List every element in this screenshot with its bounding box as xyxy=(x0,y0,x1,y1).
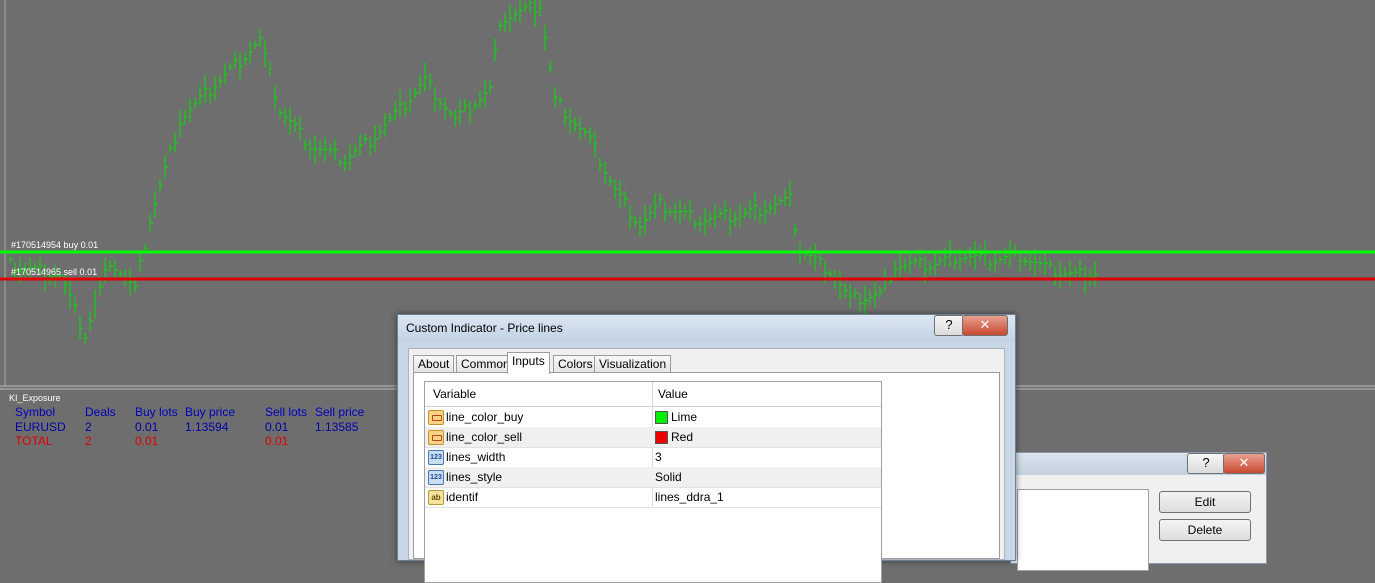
total-deals: 2 xyxy=(85,434,92,448)
close-button[interactable]: ✕ xyxy=(1223,453,1265,474)
number-icon: 123 xyxy=(428,470,444,485)
subwindow-label: KI_Exposure xyxy=(9,393,61,403)
header-buy-price: Buy price xyxy=(185,405,236,419)
help-button[interactable]: ? xyxy=(934,315,964,336)
tab-inputs[interactable]: Inputs xyxy=(507,352,550,374)
row-sell-price: 1.13585 xyxy=(315,420,359,434)
dialog-title: Custom Indicator - Price lines xyxy=(406,321,563,335)
param-row-line-color-sell[interactable]: line_color_sell Red xyxy=(425,427,881,448)
color-icon xyxy=(428,410,444,425)
tab-colors[interactable]: Colors xyxy=(553,355,598,373)
tab-about[interactable]: About xyxy=(413,355,455,373)
total-sell-lots: 0.01 xyxy=(265,434,289,448)
param-name: line_color_sell xyxy=(446,430,523,444)
column-variable[interactable]: Variable xyxy=(433,387,476,401)
number-icon: 123 xyxy=(428,450,444,465)
total-buy-lots: 0.01 xyxy=(135,434,159,448)
param-value[interactable]: 3 xyxy=(655,450,662,464)
string-icon: ab xyxy=(428,490,444,505)
param-value[interactable]: Solid xyxy=(655,470,682,484)
dialog-body: About Common Inputs Colors Visualization… xyxy=(408,348,1005,583)
header-sell-lots: Sell lots xyxy=(265,405,308,419)
param-name: lines_width xyxy=(446,450,506,464)
param-value[interactable]: lines_ddra_1 xyxy=(655,490,724,504)
inputs-panel: Variable Value line_color_buy Lime line_… xyxy=(413,372,1000,583)
dialog-titlebar[interactable]: Custom Indicator - Price lines ? ✕ xyxy=(398,315,1015,341)
row-buy-lots: 0.01 xyxy=(135,420,159,434)
row-sell-lots: 0.01 xyxy=(265,420,289,434)
row-deals: 2 xyxy=(85,420,92,434)
param-name: identif xyxy=(446,490,479,504)
header-sell-price: Sell price xyxy=(315,405,365,419)
inputs-grid: Variable Value line_color_buy Lime line_… xyxy=(424,381,882,583)
header-symbol: Symbol xyxy=(15,405,56,419)
close-button[interactable]: ✕ xyxy=(962,315,1008,336)
row-symbol: EURUSD xyxy=(15,420,66,434)
param-row-identif[interactable]: ab identif lines_ddra_1 xyxy=(425,487,881,508)
indicator-list[interactable] xyxy=(1017,489,1149,571)
header-deals: Deals xyxy=(85,405,116,419)
buy-line-label: #170514954 buy 0.01 xyxy=(11,240,99,250)
column-value[interactable]: Value xyxy=(658,387,688,401)
header-buy-lots: Buy lots xyxy=(135,405,178,419)
param-row-lines-width[interactable]: 123 lines_width 3 xyxy=(425,447,881,468)
delete-button[interactable]: Delete xyxy=(1159,519,1251,541)
help-button[interactable]: ? xyxy=(1187,453,1225,474)
row-buy-price: 1.13594 xyxy=(185,420,229,434)
color-swatch[interactable] xyxy=(655,431,668,444)
background-window: ? ✕ Edit Delete xyxy=(1010,452,1267,571)
tab-common[interactable]: Common xyxy=(456,355,515,373)
sell-line-label: #170514965 sell 0.01 xyxy=(11,267,98,277)
color-icon xyxy=(428,430,444,445)
total-label: TOTAL xyxy=(15,434,53,448)
param-row-line-color-buy[interactable]: line_color_buy Lime xyxy=(425,407,881,428)
param-name: line_color_buy xyxy=(446,410,524,424)
background-window-titlebar[interactable]: ? ✕ xyxy=(1011,453,1266,475)
indicator-dialog: Custom Indicator - Price lines ? ✕ About… xyxy=(397,314,1016,583)
param-value[interactable]: Red xyxy=(671,430,693,444)
param-name: lines_style xyxy=(446,470,503,484)
grid-header: Variable Value xyxy=(425,382,881,407)
color-swatch[interactable] xyxy=(655,411,668,424)
param-row-lines-style[interactable]: 123 lines_style Solid xyxy=(425,467,881,488)
price-bars xyxy=(9,0,1098,344)
edit-button[interactable]: Edit xyxy=(1159,491,1251,513)
param-value[interactable]: Lime xyxy=(671,410,697,424)
tab-visualization[interactable]: Visualization xyxy=(594,355,672,373)
